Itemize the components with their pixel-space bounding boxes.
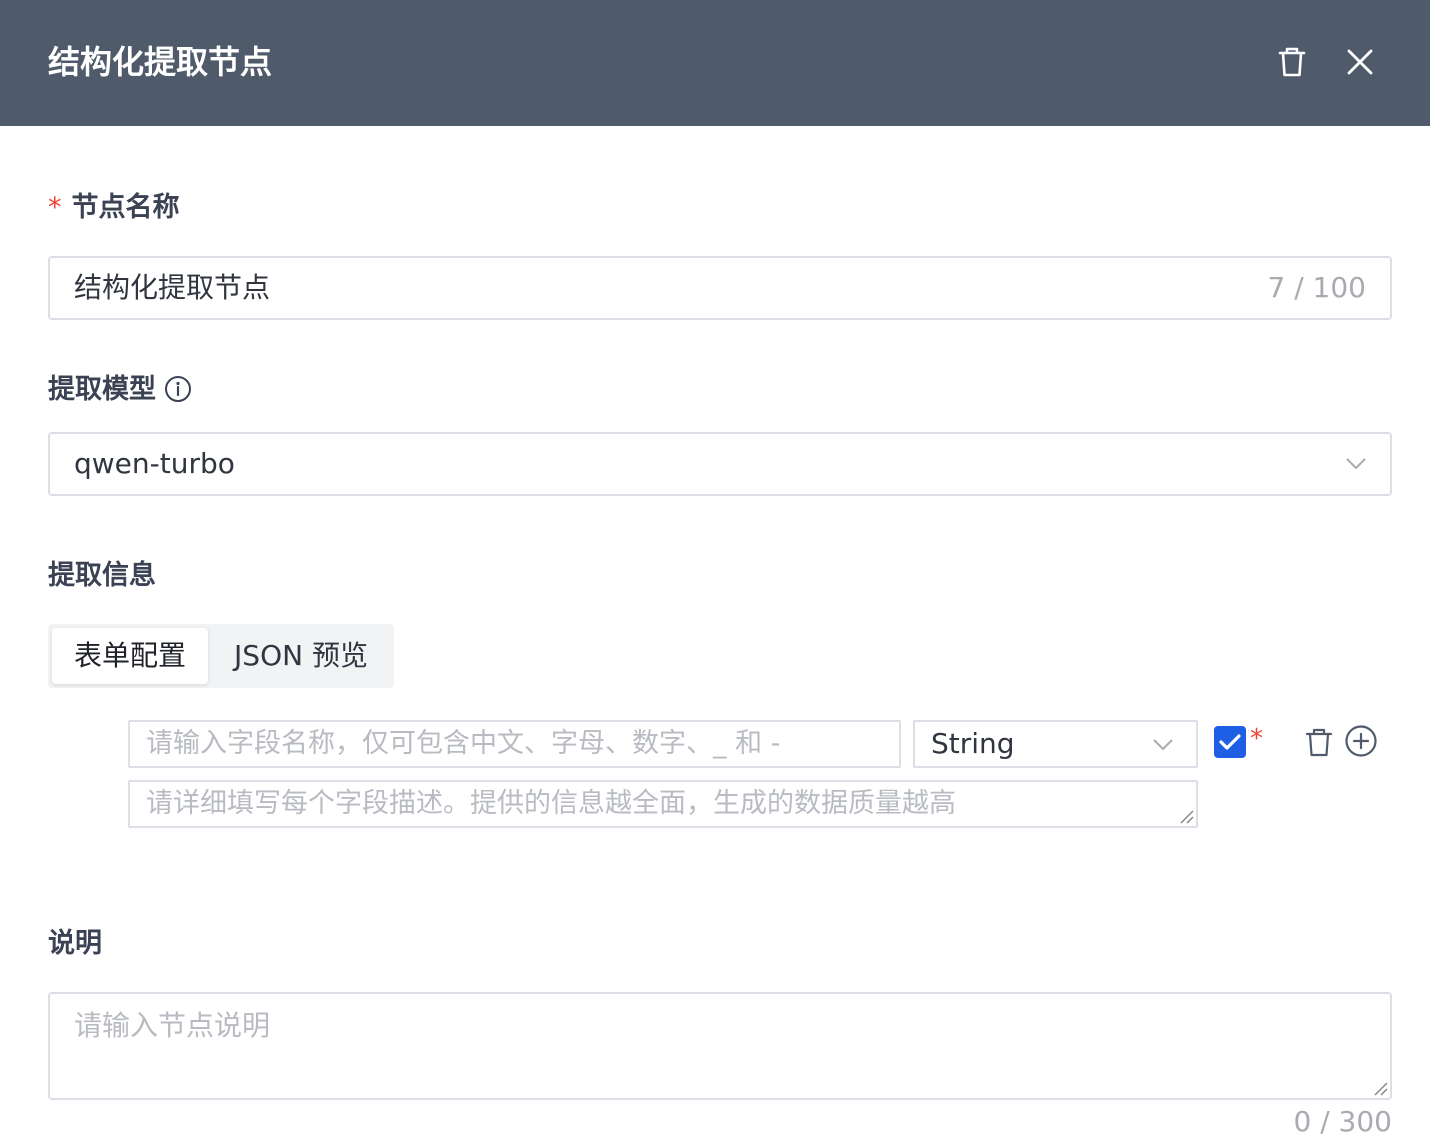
- field-required-checkbox[interactable]: [1214, 726, 1246, 758]
- field-description-placeholder: 请详细填写每个字段描述。提供的信息越全面，生成的数据质量越高: [146, 788, 956, 819]
- extract-model-label: 提取模型: [48, 374, 156, 405]
- node-name-input[interactable]: 结构化提取节点 7 / 100: [48, 256, 1392, 320]
- dialog-title: 结构化提取节点: [48, 43, 273, 81]
- resize-handle-icon[interactable]: [1372, 1080, 1388, 1096]
- close-button[interactable]: [1338, 40, 1382, 84]
- field-description-textarea[interactable]: 请详细填写每个字段描述。提供的信息越全面，生成的数据质量越高: [128, 780, 1198, 828]
- trash-icon: [1278, 47, 1306, 77]
- close-icon: [1347, 49, 1373, 75]
- description-textarea[interactable]: 请输入节点说明: [48, 992, 1392, 1100]
- node-name-counter: 7 / 100: [1267, 271, 1367, 304]
- description-placeholder: 请输入节点说明: [74, 1009, 271, 1042]
- tab-form-config[interactable]: 表单配置: [52, 628, 208, 684]
- extract-model-value: qwen-turbo: [74, 447, 235, 480]
- extract-model-select[interactable]: qwen-turbo: [48, 432, 1392, 496]
- delete-node-button[interactable]: [1270, 40, 1314, 84]
- add-field-icon[interactable]: [1344, 724, 1378, 758]
- field-type-select[interactable]: String: [913, 720, 1198, 768]
- chevron-down-icon: [1346, 458, 1366, 470]
- field-type-value: String: [931, 727, 1015, 760]
- tab-json-preview[interactable]: JSON 预览: [218, 628, 384, 684]
- field-required-mark: *: [1250, 724, 1263, 754]
- description-label: 说明: [48, 928, 102, 959]
- field-name-input[interactable]: 请输入字段名称，仅可包含中文、字母、数字、_ 和 -: [128, 720, 901, 768]
- required-mark: *: [48, 192, 62, 223]
- resize-handle-icon[interactable]: [1178, 808, 1194, 824]
- node-name-label: * 节点名称: [48, 192, 180, 223]
- info-icon[interactable]: [164, 375, 192, 403]
- description-counter: 0 / 300: [1293, 1105, 1393, 1138]
- chevron-down-icon: [1153, 739, 1173, 751]
- trash-icon[interactable]: [1303, 726, 1335, 758]
- extract-info-label: 提取信息: [48, 560, 156, 591]
- field-name-placeholder: 请输入字段名称，仅可包含中文、字母、数字、_ 和 -: [146, 728, 781, 759]
- node-name-value: 结构化提取节点: [74, 271, 271, 304]
- dialog-header: 结构化提取节点: [0, 0, 1430, 126]
- extract-info-tabs: 表单配置 JSON 预览: [48, 624, 394, 688]
- check-icon: [1219, 734, 1241, 750]
